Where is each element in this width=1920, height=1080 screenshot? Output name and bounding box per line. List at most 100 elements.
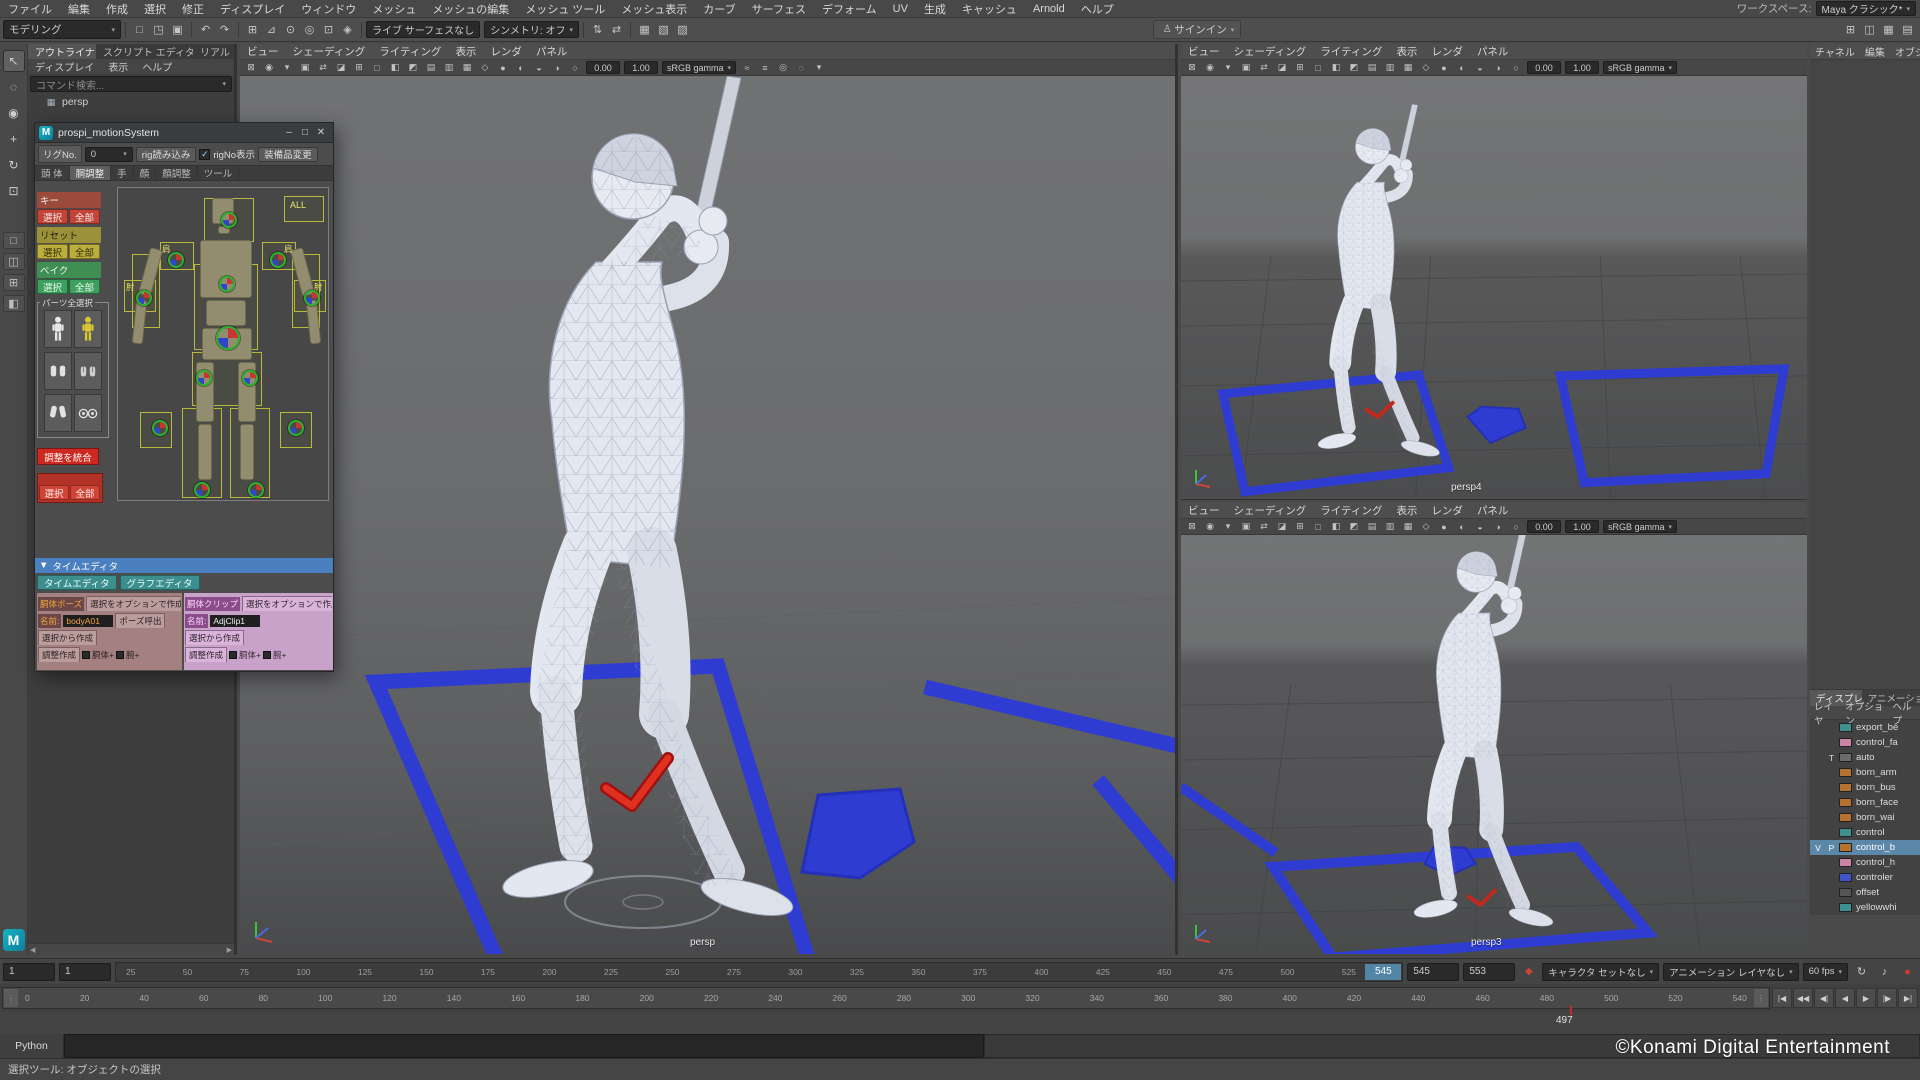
channel-box-menu-item[interactable]: オブジェクト — [1890, 44, 1920, 59]
viewport-menu-item[interactable]: ライティング — [1313, 503, 1389, 518]
layer-type-toggle[interactable]: T — [1825, 753, 1838, 763]
construction-history-icon[interactable]: ⇅ — [588, 21, 607, 39]
two-pane-layout-icon[interactable]: ◫ — [2, 253, 25, 270]
menu-item[interactable]: サーフェス — [744, 1, 814, 17]
outliner-menu-item[interactable]: 表示 — [101, 59, 135, 74]
exposure-field[interactable]: 0.00 — [586, 61, 620, 74]
colorspace-selector[interactable]: sRGB gamma ▾ — [662, 61, 737, 74]
step-back-frame-button[interactable]: ◀| — [1814, 988, 1834, 1008]
rig-window-tab[interactable]: ツール — [198, 166, 240, 180]
key-select-button[interactable]: 選択 — [37, 209, 68, 224]
go-to-start-button[interactable]: |◀ — [1772, 988, 1792, 1008]
layer-color-swatch[interactable] — [1839, 753, 1852, 762]
undo-icon[interactable]: ↶ — [196, 21, 215, 39]
resolution-gate-icon[interactable]: ◧ — [386, 61, 404, 75]
anti-aliasing-icon[interactable]: ≡ — [756, 61, 774, 75]
wireframe-mode-icon[interactable]: ◇ — [476, 61, 494, 75]
clip-create-from-selection-button[interactable]: 選択から作成 — [185, 630, 245, 645]
paint-select-tool-icon[interactable]: ◉ — [3, 102, 25, 124]
top-right-viewport-canvas[interactable]: persp4 — [1181, 76, 1807, 499]
select-hands-down-button[interactable] — [44, 394, 72, 432]
isolate-select-icon[interactable]: ◎ — [774, 61, 792, 75]
time-editor-button[interactable]: タイムエディタ — [37, 575, 117, 590]
snap-to-grid-icon[interactable]: ⊞ — [243, 21, 262, 39]
menu-item[interactable]: メッシュ表示 — [613, 1, 695, 17]
menu-item[interactable]: デフォーム — [814, 1, 885, 17]
panel-tab[interactable]: リアル — [193, 44, 234, 59]
layer-row[interactable]: V P control_b — [1810, 840, 1920, 855]
menu-item[interactable]: メッシュ — [364, 1, 424, 17]
viewport-menu-item[interactable]: 表示 — [1389, 503, 1424, 518]
menu-item[interactable]: ウィンドウ — [293, 1, 364, 17]
safe-title-icon[interactable]: ▦ — [458, 61, 476, 75]
grid-toggle-icon[interactable]: ⊞ — [350, 61, 368, 75]
channel-box-menu-item[interactable]: チャネル — [1810, 44, 1860, 59]
textured-mode-icon[interactable]: ◐ — [1453, 520, 1471, 534]
safe-title-icon[interactable]: ▦ — [1399, 520, 1417, 534]
reset-all-button[interactable]: 全部 — [69, 244, 100, 259]
window-titlebar[interactable]: M prospi_motionSystem – □ ✕ — [35, 123, 333, 143]
signin-button[interactable]: ♙ サインイン ▾ — [1153, 20, 1242, 39]
menu-item[interactable]: UV — [885, 3, 916, 15]
safe-action-icon[interactable]: ▥ — [440, 61, 458, 75]
close-icon[interactable]: ✕ — [313, 127, 329, 138]
menu-item[interactable]: 選択 — [136, 1, 174, 17]
pose-create-with-options-button[interactable]: 選択をオプションで作成 — [86, 596, 181, 611]
layer-color-swatch[interactable] — [1839, 813, 1852, 822]
go-to-end-button[interactable]: ▶| — [1898, 988, 1918, 1008]
menu-item[interactable]: Arnold — [1025, 3, 1073, 15]
snap-to-view-plane-icon[interactable]: ⊡ — [319, 21, 338, 39]
gate-mask-icon[interactable]: ◩ — [1345, 61, 1363, 75]
layer-row[interactable]: offset — [1810, 885, 1920, 900]
grid-toggle-icon[interactable]: ⊞ — [1291, 520, 1309, 534]
panel-tab[interactable]: アウトライナ — [28, 44, 96, 59]
screen-space-ao-icon[interactable]: ○ — [566, 61, 584, 75]
select-face-eyes-button[interactable] — [74, 394, 102, 432]
save-scene-icon[interactable]: ▣ — [168, 21, 187, 39]
gamma-field[interactable]: 1.00 — [624, 61, 658, 74]
merge-adjustments-button[interactable]: 調整を統合 — [37, 448, 99, 465]
clip-arm-checkbox[interactable] — [262, 650, 271, 659]
viewport-menu-item[interactable]: ライティング — [1313, 44, 1389, 59]
left-wrist-control-gizmo[interactable] — [152, 420, 168, 436]
layer-color-swatch[interactable] — [1839, 858, 1852, 867]
xray-icon[interactable]: ◌ — [792, 61, 810, 75]
select-tool-icon[interactable]: ↖ — [2, 50, 25, 72]
scroll-right-icon[interactable]: ▶ — [227, 946, 232, 954]
image-plane-icon[interactable]: ▣ — [1237, 61, 1255, 75]
lock-camera-icon[interactable]: ⊠ — [1183, 61, 1201, 75]
layer-row[interactable]: control — [1810, 825, 1920, 840]
viewport-menu-item[interactable]: レンダ — [483, 44, 529, 59]
ipr-render-icon[interactable]: ▧ — [654, 21, 673, 39]
bookmarks-icon[interactable]: ▾ — [1219, 520, 1237, 534]
safe-action-icon[interactable]: ▥ — [1381, 520, 1399, 534]
range-start-field[interactable]: 1 — [3, 962, 55, 981]
right-foot-control-gizmo[interactable] — [248, 482, 264, 498]
safe-title-icon[interactable]: ▦ — [1399, 61, 1417, 75]
2d-pan-zoom-icon[interactable]: ⇄ — [1255, 520, 1273, 534]
reset-select-button[interactable]: 選択 — [37, 244, 68, 259]
screen-space-ao-icon[interactable]: ○ — [1507, 61, 1525, 75]
gate-mask-icon[interactable]: ◩ — [404, 61, 422, 75]
layer-row[interactable]: control_fa — [1810, 735, 1920, 750]
symmetry-selector[interactable]: シンメトリ: オフ ▾ — [484, 21, 579, 38]
image-plane-icon[interactable]: ▣ — [1237, 520, 1255, 534]
gamma-field[interactable]: 1.00 — [1565, 520, 1599, 533]
safe-action-icon[interactable]: ▥ — [1381, 61, 1399, 75]
rig-window-tab[interactable]: 胴調整 — [69, 166, 112, 180]
grease-pencil-icon[interactable]: ◪ — [332, 61, 350, 75]
range-start-grip[interactable]: ⋮ — [4, 989, 18, 1007]
2d-pan-zoom-icon[interactable]: ⇄ — [314, 61, 332, 75]
menu-item[interactable]: メッシュの編集 — [424, 1, 517, 17]
viewport-menu-item[interactable]: シェーディング — [286, 44, 373, 59]
exposure-field[interactable]: 0.00 — [1527, 61, 1561, 74]
menu-item[interactable]: 編集 — [60, 1, 98, 17]
adjust-select-button[interactable]: 選択 — [39, 485, 69, 500]
textured-mode-icon[interactable]: ◐ — [512, 61, 530, 75]
field-chart-icon[interactable]: ▤ — [422, 61, 440, 75]
playhead-marker[interactable] — [1570, 1006, 1572, 1015]
exposure-field[interactable]: 0.00 — [1527, 520, 1561, 533]
load-rig-button[interactable]: rig読み込み — [135, 146, 197, 162]
layer-color-swatch[interactable] — [1839, 873, 1852, 882]
viewport-menu-item[interactable]: ビュー — [240, 44, 286, 59]
